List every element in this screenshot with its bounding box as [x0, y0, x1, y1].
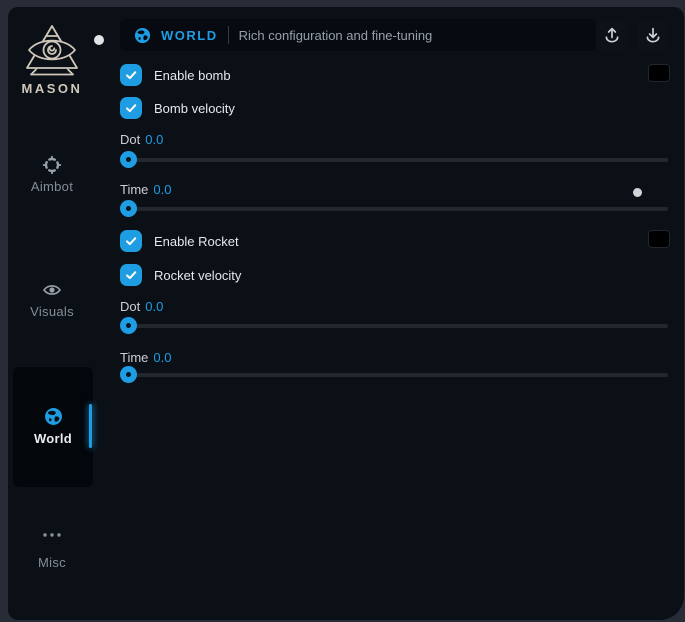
slider-label-dot: Dot0.0 [120, 132, 163, 147]
sidebar-item-label: Visuals [8, 304, 96, 319]
overlay-dot [94, 35, 104, 45]
upload-icon [603, 26, 621, 44]
cheat-menu-window: MASON Aimbot Visuals [8, 7, 684, 620]
header-subtitle: Rich configuration and fine-tuning [239, 28, 433, 43]
checkbox-checked-icon [120, 264, 142, 286]
active-tab-indicator [89, 404, 92, 448]
sidebar-item-label: Misc [8, 555, 96, 570]
bomb-color-swatch[interactable] [648, 64, 670, 82]
slider-track-dot[interactable] [120, 158, 668, 162]
screen: MASON Aimbot Visuals [0, 0, 685, 622]
slider-label-time: Time0.0 [120, 182, 171, 197]
download-config-button[interactable] [638, 20, 668, 50]
slider-value: 0.0 [153, 350, 171, 365]
checkbox-label: Enable bomb [154, 68, 231, 83]
sidebar-item-visuals[interactable]: Visuals [8, 280, 96, 319]
crosshair-icon [8, 155, 96, 175]
sidebar-item-aimbot[interactable]: Aimbot [8, 155, 96, 194]
checkbox-bomb-velocity[interactable]: Bomb velocity [120, 97, 235, 119]
slider-value: 0.0 [153, 182, 171, 197]
checkbox-enable-bomb[interactable]: Enable bomb [120, 64, 231, 86]
sidebar-item-misc[interactable]: Misc [8, 531, 96, 570]
header-bar: WORLD Rich configuration and fine-tuning [120, 19, 596, 51]
rocket-color-swatch[interactable] [648, 230, 670, 248]
overlay-dot [633, 188, 642, 197]
slider-thumb-dot[interactable] [120, 151, 137, 168]
checkbox-label: Enable Rocket [154, 234, 239, 249]
mason-eye-logo-icon [8, 23, 96, 77]
slider-value: 0.0 [145, 299, 163, 314]
checkbox-rocket-velocity[interactable]: Rocket velocity [120, 264, 241, 286]
slider-value: 0.0 [145, 132, 163, 147]
globe-icon [134, 27, 151, 44]
logo-text: MASON [8, 81, 96, 96]
upload-config-button[interactable] [597, 20, 627, 50]
checkbox-checked-icon [120, 230, 142, 252]
checkbox-checked-icon [120, 64, 142, 86]
sidebar-item-label: World [13, 431, 93, 446]
slider-thumb-time[interactable] [120, 200, 137, 217]
slider-track-time[interactable] [120, 207, 668, 211]
slider-track-time[interactable] [120, 373, 668, 377]
slider-thumb-dot[interactable] [120, 317, 137, 334]
sidebar-item-label: Aimbot [8, 179, 96, 194]
download-icon [644, 26, 662, 44]
slider-label-time: Time0.0 [120, 350, 171, 365]
slider-track-dot[interactable] [120, 324, 668, 328]
globe-icon [13, 407, 93, 427]
slider-label-dot: Dot0.0 [120, 299, 163, 314]
logo: MASON [8, 23, 96, 96]
checkbox-label: Bomb velocity [154, 101, 235, 116]
sidebar: MASON Aimbot Visuals [8, 7, 112, 620]
checkbox-label: Rocket velocity [154, 268, 241, 283]
slider-thumb-time[interactable] [120, 366, 137, 383]
eye-icon [8, 280, 96, 300]
header-divider [228, 26, 229, 44]
sidebar-item-world[interactable]: World [13, 367, 93, 487]
ellipsis-icon [8, 531, 96, 551]
header-tab-label: WORLD [161, 28, 218, 43]
checkbox-checked-icon [120, 97, 142, 119]
checkbox-enable-rocket[interactable]: Enable Rocket [120, 230, 239, 252]
